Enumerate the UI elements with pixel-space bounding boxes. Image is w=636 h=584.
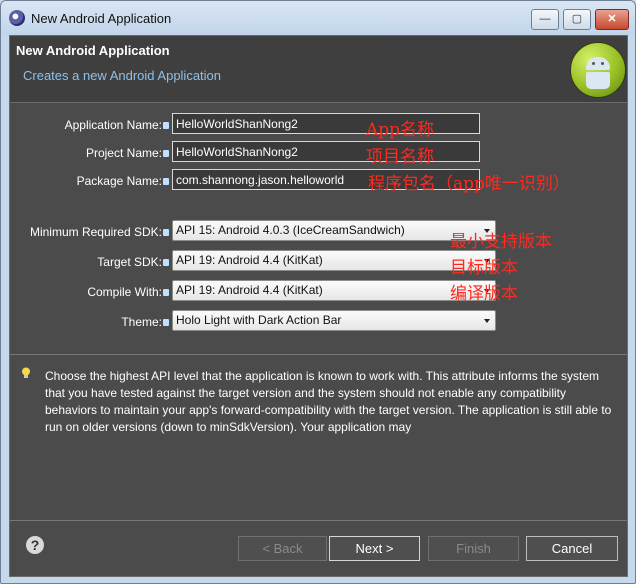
finish-button[interactable]: Finish	[428, 536, 519, 561]
eclipse-icon	[9, 10, 25, 26]
annotation-project-name: 项目名称	[366, 147, 434, 167]
header-subtitle: Creates a new Android Application	[23, 68, 222, 83]
android-logo	[570, 42, 626, 98]
title-bar[interactable]: New Android Application — ▢ ✕	[1, 1, 635, 35]
maximize-button[interactable]: ▢	[563, 9, 591, 30]
chevron-down-icon	[484, 319, 490, 323]
wizard-dialog: New Android Application Creates a new An…	[9, 35, 628, 577]
info-separator	[10, 354, 627, 355]
window-title: New Android Application	[31, 11, 172, 26]
target-sdk-select[interactable]: API 19: Android 4.4 (KitKat)	[172, 250, 496, 271]
compile-with-select[interactable]: API 19: Android 4.4 (KitKat)	[172, 280, 496, 301]
annotation-package-name: 程序包名（app唯一识别）	[368, 174, 570, 194]
footer-separator	[10, 520, 627, 521]
target-sdk-value: API 19: Android 4.4 (KitKat)	[176, 253, 323, 267]
header-title: New Android Application	[16, 43, 170, 58]
info-description: Choose the highest API level that the ap…	[45, 369, 612, 434]
compile-with-value: API 19: Android 4.4 (KitKat)	[176, 283, 323, 297]
theme-label: Theme:	[121, 315, 162, 329]
target-sdk-label: Target SDK:	[97, 255, 162, 269]
annotation-target-sdk: 目标版本	[450, 258, 518, 278]
cancel-button[interactable]: Cancel	[526, 536, 618, 561]
info-icon	[163, 122, 169, 129]
header-separator	[10, 102, 627, 103]
annotation-app-name: App名称	[366, 120, 435, 140]
info-icon	[163, 319, 169, 326]
min-sdk-select[interactable]: API 15: Android 4.0.3 (IceCreamSandwich)	[172, 220, 496, 241]
info-icon	[163, 229, 169, 236]
theme-value: Holo Light with Dark Action Bar	[176, 313, 342, 327]
info-icon	[163, 259, 169, 266]
next-button[interactable]: Next >	[329, 536, 420, 561]
info-icon	[163, 150, 169, 157]
package-name-label: Package Name:	[76, 174, 162, 188]
project-name-label: Project Name:	[85, 146, 162, 160]
wizard-header: New Android Application Creates a new An…	[10, 36, 627, 102]
annotation-min-sdk: 最小支持版本	[450, 232, 552, 252]
window: New Android Application — ▢ ✕ New Androi…	[0, 0, 636, 584]
minimize-button[interactable]: —	[531, 9, 559, 30]
app-name-label: Application Name:	[64, 118, 162, 132]
lightbulb-icon	[22, 367, 30, 378]
info-icon	[163, 178, 169, 185]
theme-select[interactable]: Holo Light with Dark Action Bar	[172, 310, 496, 331]
help-icon[interactable]: ?	[26, 536, 44, 554]
back-button[interactable]: < Back	[238, 536, 327, 561]
min-sdk-value: API 15: Android 4.0.3 (IceCreamSandwich)	[176, 223, 405, 237]
annotation-compile-with: 编译版本	[450, 284, 518, 304]
info-icon	[163, 289, 169, 296]
close-button[interactable]: ✕	[595, 9, 629, 30]
min-sdk-label: Minimum Required SDK:	[29, 225, 162, 239]
compile-with-label: Compile With:	[87, 285, 162, 299]
